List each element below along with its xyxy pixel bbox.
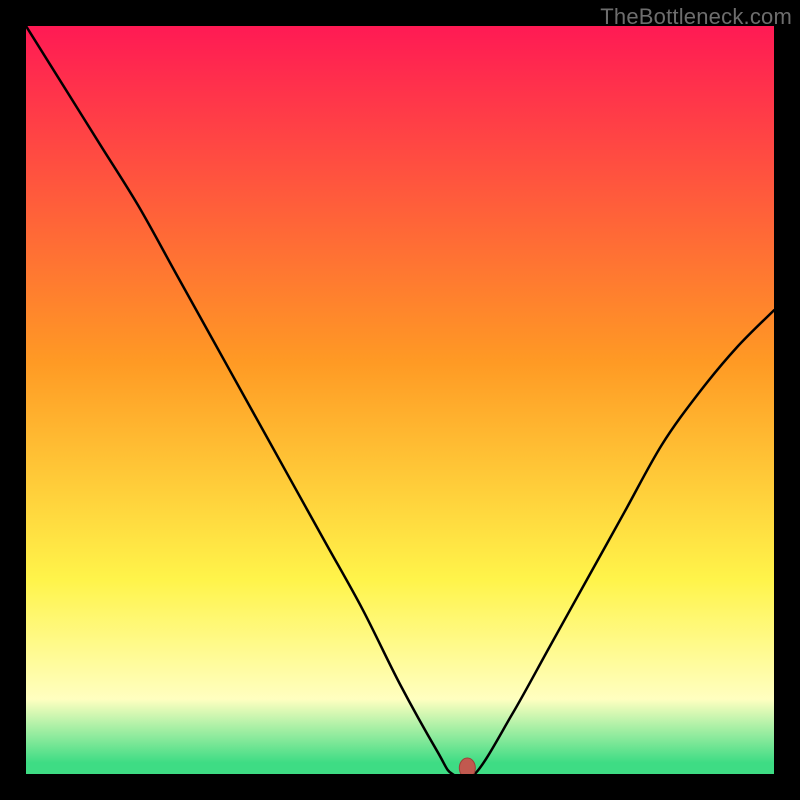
plot-area	[26, 26, 774, 774]
optimal-point-marker	[459, 758, 475, 774]
chart-frame: TheBottleneck.com	[0, 0, 800, 800]
gradient-background	[26, 26, 774, 774]
plot-svg	[26, 26, 774, 774]
watermark-text: TheBottleneck.com	[600, 4, 792, 30]
